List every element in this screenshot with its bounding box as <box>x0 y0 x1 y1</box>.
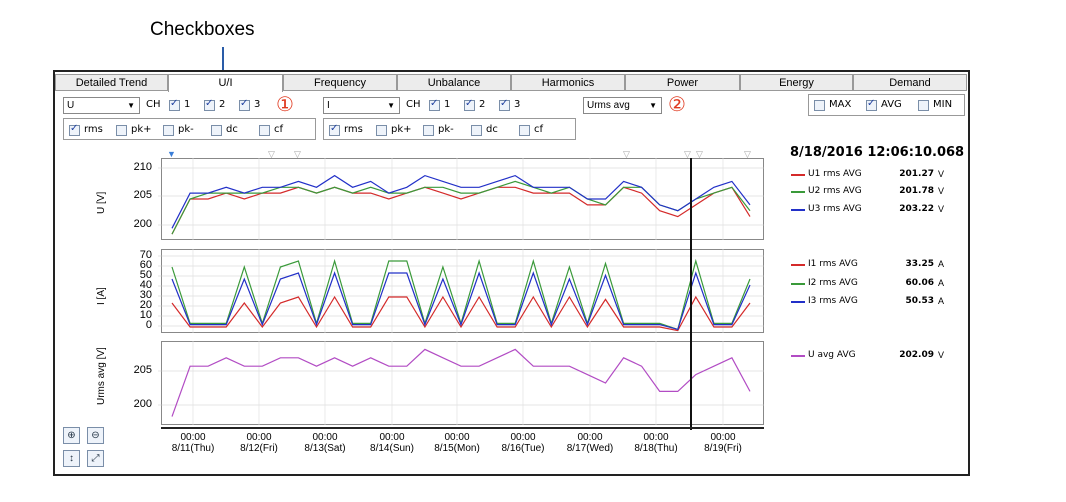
x-tick: 00:00 8/12(Fri) <box>229 432 289 454</box>
legend-unit: V <box>938 204 945 214</box>
x-tick-time: 00:00 <box>246 432 272 443</box>
legend-swatch <box>791 209 805 211</box>
x-tick: 00:00 8/16(Tue) <box>493 432 553 454</box>
x-tick: 00:00 8/13(Sat) <box>295 432 355 454</box>
legend-swatch <box>791 191 805 193</box>
y-tick: 200 <box>133 398 152 410</box>
x-tick: 00:00 8/11(Thu) <box>163 432 223 454</box>
legend-swatch <box>791 264 805 266</box>
u-axis-label: U [V] <box>96 191 107 214</box>
x-tick-date: 8/11(Thu) <box>171 443 215 454</box>
x-tick: 00:00 8/18(Thu) <box>626 432 686 454</box>
x-tick-time: 00:00 <box>444 432 470 443</box>
legend-unit: V <box>938 169 945 179</box>
x-tick-time: 00:00 <box>180 432 206 443</box>
legend-swatch <box>791 301 805 303</box>
x-tick-date: 8/12(Fri) <box>240 443 278 454</box>
legend-swatch <box>791 283 805 285</box>
chart-svg <box>158 158 764 430</box>
legend-label: I2 rms AVG <box>808 278 858 288</box>
y-tick: 0 <box>145 319 152 331</box>
x-tick: 00:00 8/15(Mon) <box>427 432 487 454</box>
x-tick-date: 8/17(Wed) <box>566 443 614 454</box>
legend-unit: A <box>938 278 945 288</box>
legend-value: 50.53 <box>905 296 934 306</box>
x-tick: 00:00 8/17(Wed) <box>560 432 620 454</box>
legend-value: 202.09 <box>899 350 934 360</box>
y-tick: 210 <box>133 161 152 173</box>
x-tick-date: 8/16(Tue) <box>501 443 545 454</box>
y-tick: 205 <box>133 189 152 201</box>
x-tick-date: 8/19(Fri) <box>704 443 742 454</box>
x-tick-date: 8/13(Sat) <box>304 443 346 454</box>
x-tick-time: 00:00 <box>510 432 536 443</box>
legend-label: I1 rms AVG <box>808 259 858 269</box>
legend-swatch <box>791 355 805 357</box>
legend-label: U1 rms AVG <box>808 169 862 179</box>
legend-swatch <box>791 174 805 176</box>
x-tick: 00:00 8/14(Sun) <box>362 432 422 454</box>
legend-label: U3 rms AVG <box>808 204 862 214</box>
x-tick-time: 00:00 <box>312 432 338 443</box>
y-tick: 205 <box>133 364 152 376</box>
vertical-fit-icon[interactable]: ↕ <box>63 450 80 467</box>
legend-value: 203.22 <box>899 204 934 214</box>
x-tick-time: 00:00 <box>643 432 669 443</box>
legend-unit: A <box>938 296 945 306</box>
uavg-axis-label: Urms avg [V] <box>96 347 107 405</box>
legend-label: U2 rms AVG <box>808 186 862 196</box>
legend-unit: V <box>938 186 945 196</box>
legend-unit: V <box>938 350 945 360</box>
zoom-in-icon[interactable]: ⊕ <box>63 427 80 444</box>
zoom-out-icon[interactable]: ⊖ <box>87 427 104 444</box>
auto-scale-icon[interactable]: ⤢ <box>87 450 104 467</box>
x-tick-time: 00:00 <box>577 432 603 443</box>
legend-value: 60.06 <box>905 278 934 288</box>
x-tick: 00:00 8/19(Fri) <box>693 432 753 454</box>
x-tick-date: 8/15(Mon) <box>434 443 480 454</box>
y-tick: 200 <box>133 218 152 230</box>
legend-value: 201.27 <box>899 169 934 179</box>
x-tick-date: 8/14(Sun) <box>370 443 414 454</box>
x-tick-date: 8/18(Thu) <box>634 443 678 454</box>
legend-label: I3 rms AVG <box>808 296 858 306</box>
x-tick-time: 00:00 <box>379 432 405 443</box>
legend-value: 33.25 <box>905 259 934 269</box>
legend-value: 201.78 <box>899 186 934 196</box>
legend-label: U avg AVG <box>808 350 856 360</box>
x-tick-time: 00:00 <box>710 432 736 443</box>
legend-unit: A <box>938 259 945 269</box>
i-axis-label: I [A] <box>96 287 107 305</box>
